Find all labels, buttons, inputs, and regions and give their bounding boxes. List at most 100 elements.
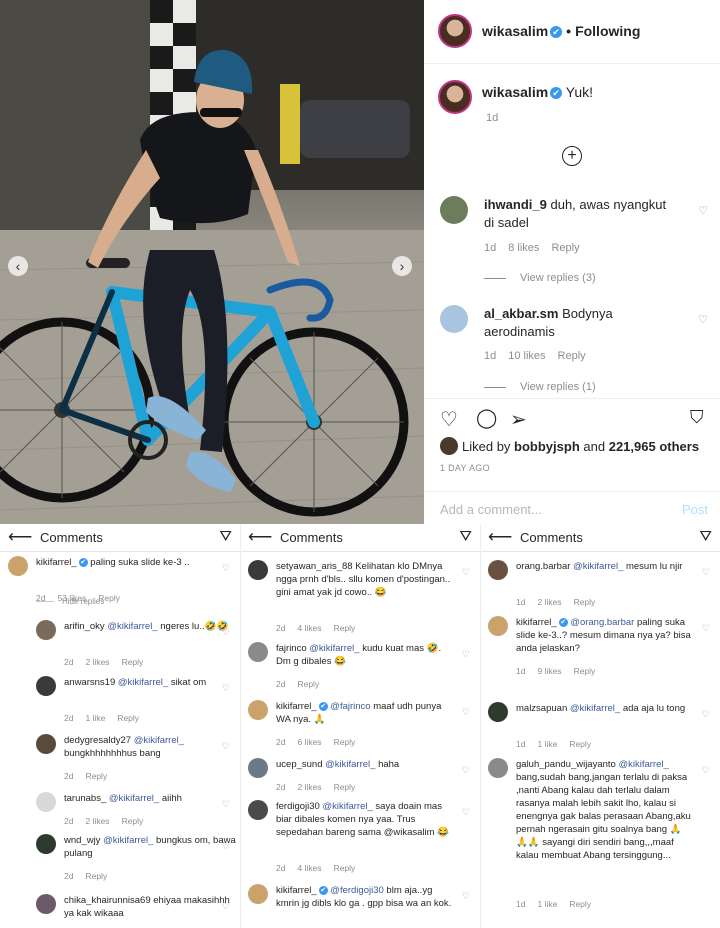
comment-reply-button[interactable]: Reply [122,657,144,667]
comment-like-heart-icon[interactable]: ♡ [698,313,708,326]
commenter-username[interactable]: al_akbar.sm [484,306,558,321]
commenter-username[interactable]: tarunabs_ [64,793,106,804]
comment-like-heart-icon[interactable]: ♡ [222,626,230,639]
commenter-avatar[interactable] [36,734,56,754]
commenter-avatar[interactable] [248,700,268,720]
comment-reply-button[interactable]: Reply [574,666,596,676]
direct-send-icon[interactable]: ⛛ [699,528,712,545]
comment-likes[interactable]: 10 likes [508,350,545,362]
caption-avatar[interactable] [438,80,472,114]
comment-likes[interactable]: 4 likes [297,863,321,873]
commenter-username[interactable]: malzsapuan [516,703,567,714]
comment-like-heart-icon[interactable]: ♡ [462,890,470,903]
comment-like-heart-icon[interactable]: ♡ [222,740,230,753]
comment-mention[interactable]: @fajrinco [330,701,370,712]
commenter-avatar[interactable] [8,556,28,576]
comment-icon[interactable]: ◯ [476,407,497,430]
back-arrow-icon[interactable]: ⟵ [248,527,272,547]
comment-reply-button[interactable]: Reply [122,816,144,826]
share-icon[interactable]: ➢ [510,407,527,432]
comment-like-heart-icon[interactable]: ♡ [222,562,230,575]
comment-reply-button[interactable]: Reply [98,593,120,603]
author-avatar[interactable] [438,14,472,48]
comment-like-heart-icon[interactable]: ♡ [698,204,708,217]
view-replies-button[interactable]: View replies (3) [484,272,596,284]
comment-mention[interactable]: @kikifarrel_ [618,759,668,770]
commenter-avatar[interactable] [488,560,508,580]
comment-likes[interactable]: 1 like [537,899,557,909]
commenter-avatar[interactable] [248,758,268,778]
commenter-avatar[interactable] [488,702,508,722]
commenter-username[interactable]: anwarsns19 [64,677,115,688]
comment-like-heart-icon[interactable]: ♡ [462,648,470,661]
comment-reply-button[interactable]: Reply [85,771,107,781]
comment-likes[interactable]: 2 likes [85,816,109,826]
comment-mention[interactable]: @kikifarrel_ [573,561,623,572]
commenter-avatar[interactable] [36,620,56,640]
commenter-avatar[interactable] [440,305,468,333]
comment-reply-button[interactable]: Reply [334,782,356,792]
comment-mention[interactable]: @kikifarrel_ [322,801,372,812]
comment-like-heart-icon[interactable]: ♡ [702,764,710,777]
commenter-username[interactable]: ucep_sund [276,759,322,770]
commenter-username[interactable]: kikifarrel_ [276,701,317,712]
carousel-next-button[interactable]: › [392,256,412,276]
commenter-avatar[interactable] [248,800,268,820]
comment-like-heart-icon[interactable]: ♡ [702,622,710,635]
post-comment-button[interactable]: Post [682,502,708,517]
commenter-avatar[interactable] [440,196,468,224]
commenter-username[interactable]: ihwandi_9 [484,197,547,212]
commenter-username[interactable]: fajrinco [276,643,307,654]
commenter-username[interactable]: wnd_wjy [64,835,100,846]
comment-likes[interactable]: 9 likes [537,666,561,676]
comment-mention[interactable]: @kikifarrel_ [107,621,157,632]
comment-like-heart-icon[interactable]: ♡ [462,806,470,819]
comment-reply-button[interactable]: Reply [117,713,139,723]
comment-reply-button[interactable]: Reply [297,679,319,689]
bookmark-icon[interactable]: ⛉ [690,407,704,428]
comment-mention[interactable]: @ferdigoji30 [330,885,383,896]
following-button[interactable]: Following [575,23,640,39]
comment-likes[interactable]: 2 likes [537,597,561,607]
load-more-comments-icon[interactable]: + [562,146,582,166]
comment-likes[interactable]: 1 like [85,713,105,723]
commenter-username[interactable]: galuh_pandu_wijayanto [516,759,616,770]
commenter-avatar[interactable] [248,884,268,904]
comment-like-heart-icon[interactable]: ♡ [462,764,470,777]
commenter-username[interactable]: ferdigoji30 [276,801,320,812]
comment-like-heart-icon[interactable]: ♡ [462,566,470,579]
comment-like-heart-icon[interactable]: ♡ [222,900,230,913]
comment-mention[interactable]: @kikifarrel_ [309,643,359,654]
comment-mention[interactable]: @orang.barbar [570,617,634,628]
heart-icon[interactable]: ♡ [440,407,458,432]
commenter-avatar[interactable] [248,642,268,662]
liked-by-user[interactable]: bobbyjsph [514,439,580,454]
back-arrow-icon[interactable]: ⟵ [488,527,512,547]
carousel-prev-button[interactable]: ‹ [8,256,28,276]
commenter-avatar[interactable] [36,676,56,696]
author-username[interactable]: wikasalim [482,23,548,39]
comment-mention[interactable]: @kikifarrel_ [118,677,168,688]
comment-reply-button[interactable]: Reply [85,871,107,881]
comment-reply-button[interactable]: Reply [569,899,591,909]
commenter-username[interactable]: kikifarrel_ [516,617,557,628]
commenter-username[interactable]: dedygresaldy27 [64,735,131,746]
comment-reply-button[interactable]: Reply [551,242,579,254]
comment-likes[interactable]: 1 like [537,739,557,749]
comment-likes[interactable]: 8 likes [508,242,539,254]
back-arrow-icon[interactable]: ⟵ [8,527,32,547]
comment-reply-button[interactable]: Reply [558,350,586,362]
commenter-username[interactable]: kikifarrel_ [36,557,77,568]
commenter-avatar[interactable] [36,792,56,812]
commenter-username[interactable]: chika_khairunnisa69 [64,895,151,906]
commenter-avatar[interactable] [36,834,56,854]
comment-likes[interactable]: 53 likes [57,593,86,603]
liked-by-count[interactable]: 221,965 others [609,439,699,454]
comment-mention[interactable]: @kikifarrel_ [325,759,375,770]
comment-like-heart-icon[interactable]: ♡ [222,682,230,695]
comment-like-heart-icon[interactable]: ♡ [462,706,470,719]
add-comment-input[interactable]: Add a comment... [440,502,542,517]
commenter-username[interactable]: arifin_oky [64,621,105,632]
commenter-username[interactable]: kikifarrel_ [276,885,317,896]
commenter-avatar[interactable] [488,616,508,636]
